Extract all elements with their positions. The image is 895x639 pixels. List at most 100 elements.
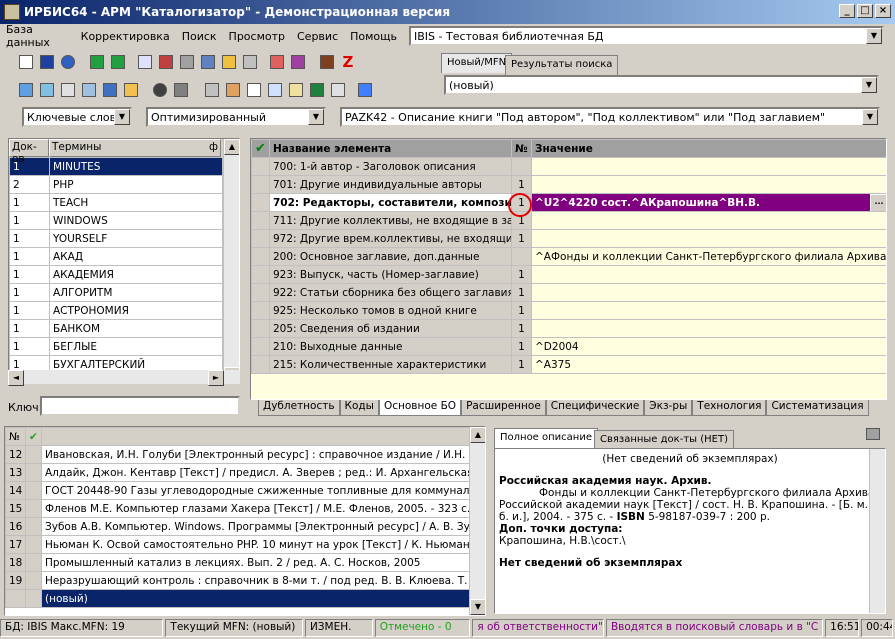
record-row[interactable]: 12 Ивановская, И.Н. Голуби [Электронный р…: [5, 445, 485, 464]
field-value-cell[interactable]: ^AФонды и коллекции Санкт-Петербургского…: [531, 247, 886, 266]
field-row[interactable]: 972: Другие врем.коллективы, не входящие…: [251, 229, 886, 248]
dict-scrollbar[interactable]: ▲ ▼: [223, 139, 239, 383]
view-icon[interactable]: [150, 80, 170, 100]
scroll-up-icon[interactable]: ▲: [470, 427, 485, 443]
col-docs[interactable]: Док-ов: [9, 139, 49, 165]
record-row[interactable]: 15 Фленов М.Е. Компьютер глазами Хакера […: [5, 499, 485, 518]
record-row[interactable]: 13 Алдайк, Джон. Кентавр [Текст] / предис…: [5, 463, 485, 482]
dict-row[interactable]: 2 PHP: [9, 175, 223, 194]
list-scrollbar[interactable]: ▲ ▼: [469, 427, 485, 615]
fields-tab[interactable]: Технология: [692, 400, 767, 416]
field-value-cell[interactable]: [531, 301, 886, 320]
fields-tab[interactable]: Расширенное: [461, 400, 546, 416]
book-icon[interactable]: [100, 80, 120, 100]
delete-icon[interactable]: [240, 52, 260, 72]
paste-icon[interactable]: [286, 80, 306, 100]
field-row[interactable]: 205: Сведения об издании 1: [251, 319, 886, 338]
menu-database[interactable]: База данных: [0, 23, 75, 49]
field-row[interactable]: 711: Другие коллективы, не входящие в за…: [251, 211, 886, 230]
filter-icon[interactable]: [37, 80, 57, 100]
tab-search-results[interactable]: Результаты поиска: [505, 55, 619, 75]
field-value-cell[interactable]: [531, 283, 886, 302]
fields-tab[interactable]: Основное БО: [378, 400, 462, 416]
mfn-select[interactable]: (новый) ▼: [444, 75, 879, 95]
fields-tab[interactable]: Экз-ры: [644, 400, 693, 416]
fields-tab[interactable]: Коды: [339, 400, 379, 416]
field-row[interactable]: 923: Выпуск, часть (Номер-заглавие) 1: [251, 265, 886, 284]
mail-icon[interactable]: [58, 80, 78, 100]
record-row[interactable]: 16 Зубов А.В. Компьютер. Windows. Програм…: [5, 517, 485, 536]
next-arrow-icon[interactable]: [108, 52, 128, 72]
dict-row[interactable]: 1 АКАДЕМИЯ: [9, 265, 223, 284]
dict-row[interactable]: 1 MINUTES: [9, 157, 223, 176]
query-icon[interactable]: [79, 80, 99, 100]
excel-icon[interactable]: [307, 80, 327, 100]
maximize-button[interactable]: □: [857, 4, 873, 18]
save-icon[interactable]: [37, 52, 57, 72]
dict-row[interactable]: 1 АКАД: [9, 247, 223, 266]
field-value-cell[interactable]: ^U2^4220 сост.^AКрапошина^BН.В....: [531, 193, 886, 212]
field-value-cell[interactable]: [531, 265, 886, 284]
dict-row[interactable]: 1 YOURSELF: [9, 229, 223, 248]
key-input[interactable]: [40, 396, 240, 416]
field-row[interactable]: 922: Статьи сборника без общего заглавия…: [251, 283, 886, 302]
close-button[interactable]: ×: [875, 4, 891, 18]
info-icon[interactable]: [355, 80, 375, 100]
printer-icon[interactable]: [202, 80, 222, 100]
dict-row[interactable]: 1 АЛГОРИТМ: [9, 283, 223, 302]
worksheet-select[interactable]: PAZK42 - Описание книги "Под автором", "…: [340, 107, 880, 127]
table-icon[interactable]: [156, 52, 176, 72]
database-select[interactable]: IBIS - Тестовая библиотечная БД ▼: [409, 26, 884, 46]
import-icon[interactable]: [288, 52, 308, 72]
pin-icon[interactable]: ф: [209, 141, 218, 155]
menu-view[interactable]: Просмотр: [223, 30, 291, 43]
menu-service[interactable]: Сервис: [291, 30, 344, 43]
new-doc-icon[interactable]: [16, 52, 36, 72]
print-icon[interactable]: [177, 52, 197, 72]
report-icon[interactable]: [328, 80, 348, 100]
scroll-up-icon[interactable]: ▲: [224, 139, 239, 155]
field-value-cell[interactable]: ^D2004: [531, 337, 886, 356]
prev-arrow-icon[interactable]: [87, 52, 107, 72]
print-icon[interactable]: [866, 428, 884, 444]
scroll-down-icon[interactable]: ▼: [470, 599, 485, 615]
record-row[interactable]: 18 Промышленный катализ в лекциях. Вып. 2…: [5, 553, 485, 572]
field-value-cell[interactable]: [531, 229, 886, 248]
dict-row[interactable]: 1 TEACH: [9, 193, 223, 212]
field-row[interactable]: 200: Основное заглавие, доп.данные ^AФонд…: [251, 247, 886, 266]
field-row[interactable]: 925: Несколько томов в одной книге 1: [251, 301, 886, 320]
dict-row[interactable]: 1 БЕГЛЫЕ: [9, 337, 223, 356]
dict-row[interactable]: 1 БАНКОМ: [9, 319, 223, 338]
copy-icon[interactable]: [135, 52, 155, 72]
menu-edit[interactable]: Корректировка: [75, 30, 176, 43]
field-value-cell[interactable]: ^A375: [531, 355, 886, 374]
dict-hscrollbar[interactable]: ◄ ►: [8, 370, 240, 386]
list-icon[interactable]: [198, 52, 218, 72]
export-icon[interactable]: [223, 80, 243, 100]
chevron-down-icon[interactable]: ▼: [861, 77, 877, 93]
doc-icon[interactable]: [244, 80, 264, 100]
docs-icon[interactable]: [265, 80, 285, 100]
mark-icon[interactable]: [267, 52, 287, 72]
tab-full-description[interactable]: Полное описание: [494, 428, 598, 448]
edit-icon[interactable]: [219, 52, 239, 72]
field-value-cell[interactable]: [531, 319, 886, 338]
z-icon[interactable]: Z: [338, 52, 358, 72]
menu-search[interactable]: Поиск: [176, 30, 223, 43]
scroll-right-icon[interactable]: ►: [208, 370, 224, 386]
chevron-down-icon[interactable]: ▼: [308, 109, 324, 125]
record-row[interactable]: 14 ГОСТ 20448-90 Газы углеводородные сжиж…: [5, 481, 485, 500]
search-icon[interactable]: [16, 80, 36, 100]
undo-icon[interactable]: [58, 52, 78, 72]
chevron-down-icon[interactable]: ▼: [862, 109, 878, 125]
chevron-down-icon[interactable]: ▼: [866, 28, 882, 44]
field-value-cell[interactable]: [531, 211, 886, 230]
minimize-button[interactable]: _: [839, 4, 855, 18]
dict-row[interactable]: 1 WINDOWS: [9, 211, 223, 230]
scroll-left-icon[interactable]: ◄: [8, 370, 24, 386]
tab-related-docs[interactable]: Связанные док-ты (НЕТ): [594, 430, 734, 450]
ellipsis-button[interactable]: ...: [870, 194, 886, 211]
fields-tab[interactable]: Специфические: [545, 400, 645, 416]
folder-icon[interactable]: [121, 80, 141, 100]
field-row[interactable]: 701: Другие индивидуальные авторы 1: [251, 175, 886, 194]
